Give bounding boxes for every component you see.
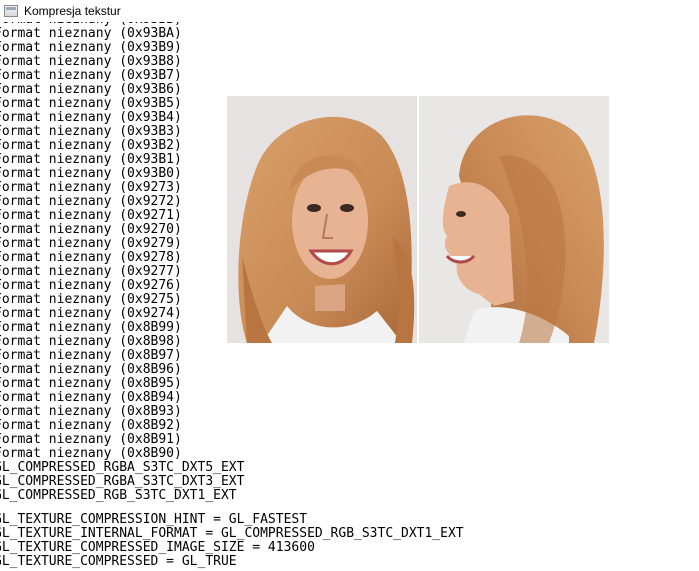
front-portrait-image bbox=[227, 96, 417, 343]
compressed-format-line: GL_COMPRESSED_RGBA_S3TC_DXT3_EXT bbox=[0, 474, 245, 489]
title-bar[interactable]: Kompresja tekstur bbox=[0, 0, 699, 22]
texture-info-list: GL_TEXTURE_COMPRESSION_HINT = GL_FASTEST… bbox=[0, 513, 694, 569]
unknown-format-line: Format nieznany (0x8B95) bbox=[0, 376, 182, 391]
unknown-format-line: Format nieznany (0x93B7) bbox=[0, 68, 182, 83]
unknown-format-line: Format nieznany (0x8B96) bbox=[0, 362, 182, 377]
compressed-format-line: GL_COMPRESSED_RGBA_S3TC_DXT5_EXT bbox=[0, 460, 245, 475]
unknown-format-line: Format nieznany (0x93BA) bbox=[0, 26, 182, 41]
compressed-format-line: GL_COMPRESSED_RGB_S3TC_DXT1_EXT bbox=[0, 488, 237, 503]
console-window-icon bbox=[4, 5, 18, 17]
app-window: Kompresja tekstur Format nieznany (0x93B… bbox=[0, 0, 699, 571]
unknown-format-line: Format nieznany (0x8B90) bbox=[0, 446, 182, 461]
unknown-format-line: Format nieznany (0x8B94) bbox=[0, 390, 182, 405]
texture-preview bbox=[227, 96, 609, 343]
side-profile-portrait-panel bbox=[419, 96, 609, 343]
unknown-format-line: Format nieznany (0x93B8) bbox=[0, 54, 182, 69]
unknown-format-line: Format nieznany (0x93B6) bbox=[0, 82, 182, 97]
texture-info-line: GL_TEXTURE_INTERNAL_FORMAT = GL_COMPRESS… bbox=[0, 526, 464, 541]
unknown-format-line: Format nieznany (0x93B9) bbox=[0, 40, 182, 55]
front-portrait-panel bbox=[227, 96, 417, 343]
unknown-format-line: Format nieznany (0x8B93) bbox=[0, 404, 182, 419]
texture-info-line: GL_TEXTURE_COMPRESSION_HINT = GL_FASTEST bbox=[0, 512, 308, 527]
unknown-format-line: Format nieznany (0x8B92) bbox=[0, 418, 182, 433]
side-profile-portrait-image bbox=[419, 96, 609, 343]
unknown-format-line: Format nieznany (0x8B97) bbox=[0, 348, 182, 363]
window-title: Kompresja tekstur bbox=[24, 4, 121, 18]
texture-info-line: GL_TEXTURE_COMPRESSED_IMAGE_SIZE = 41360… bbox=[0, 540, 315, 555]
compressed-format-list: GL_COMPRESSED_RGBA_S3TC_DXT5_EXT GL_COMPR… bbox=[0, 461, 694, 503]
unknown-format-line: Format nieznany (0x8B91) bbox=[0, 432, 182, 447]
texture-info-line: GL_TEXTURE_COMPRESSED = GL_TRUE bbox=[0, 554, 237, 569]
